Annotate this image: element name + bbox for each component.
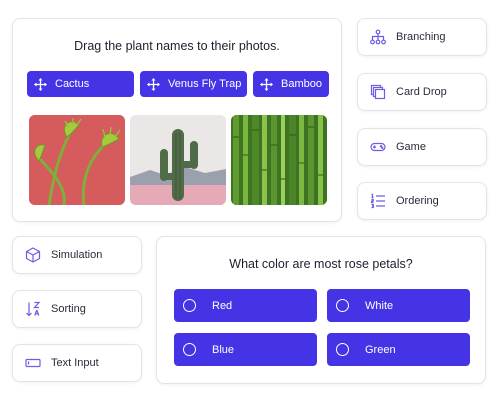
- activity-type-game[interactable]: Game: [357, 128, 487, 166]
- move-icon: [34, 77, 47, 91]
- drag-chip-label: Cactus: [55, 78, 90, 90]
- radio-icon: [336, 299, 349, 312]
- gamepad-icon: [370, 142, 386, 152]
- card-stack-icon: [370, 84, 386, 100]
- activity-type-card-drop[interactable]: Card Drop: [357, 73, 487, 111]
- activity-type-text-input[interactable]: Text Input: [12, 344, 142, 382]
- drag-chip-label: Venus Fly Trap: [168, 78, 242, 90]
- sort-icon: [26, 301, 41, 317]
- quiz-option-blue[interactable]: Blue: [174, 333, 317, 366]
- activity-type-label: Simulation: [51, 249, 103, 261]
- activity-type-ordering[interactable]: Ordering: [357, 182, 487, 220]
- numbered-list-icon: [371, 193, 385, 209]
- drag-chip-label: Bamboo: [281, 78, 322, 90]
- radio-icon: [183, 299, 196, 312]
- quiz-option-white[interactable]: White: [327, 289, 470, 322]
- cactus-photo[interactable]: [130, 115, 226, 205]
- drag-chip-venus-fly-trap[interactable]: Venus Fly Trap: [140, 71, 247, 97]
- quiz-option-label: Green: [365, 343, 396, 356]
- quiz-option-green[interactable]: Green: [327, 333, 470, 366]
- quiz-card: What color are most rose petals? Red Whi…: [156, 236, 486, 384]
- activity-type-label: Branching: [396, 31, 446, 43]
- drag-chip-cactus[interactable]: Cactus: [27, 71, 134, 97]
- activity-type-label: Ordering: [396, 195, 439, 207]
- text-input-icon: [25, 358, 41, 368]
- move-icon: [260, 77, 273, 91]
- drag-drop-prompt: Drag the plant names to their photos.: [74, 39, 280, 53]
- quiz-option-red[interactable]: Red: [174, 289, 317, 322]
- activity-type-label: Text Input: [51, 357, 99, 369]
- drag-chip-bamboo[interactable]: Bamboo: [253, 71, 329, 97]
- activity-type-simulation[interactable]: Simulation: [12, 236, 142, 274]
- quiz-option-label: Red: [212, 299, 233, 312]
- activity-type-label: Game: [396, 141, 426, 153]
- branching-icon: [370, 29, 386, 45]
- activity-type-sorting[interactable]: Sorting: [12, 290, 142, 328]
- radio-icon: [336, 343, 349, 356]
- activity-type-label: Sorting: [51, 303, 86, 315]
- activity-type-branching[interactable]: Branching: [357, 18, 487, 56]
- cube-icon: [25, 247, 41, 263]
- move-icon: [147, 77, 160, 91]
- quiz-question: What color are most rose petals?: [229, 257, 413, 271]
- drag-drop-card: Drag the plant names to their photos. Ca…: [12, 18, 342, 222]
- quiz-option-label: White: [365, 299, 394, 312]
- radio-icon: [183, 343, 196, 356]
- activity-type-label: Card Drop: [396, 86, 447, 98]
- quiz-option-label: Blue: [212, 343, 235, 356]
- bamboo-photo[interactable]: [231, 115, 327, 205]
- venus-fly-trap-photo[interactable]: [29, 115, 125, 205]
